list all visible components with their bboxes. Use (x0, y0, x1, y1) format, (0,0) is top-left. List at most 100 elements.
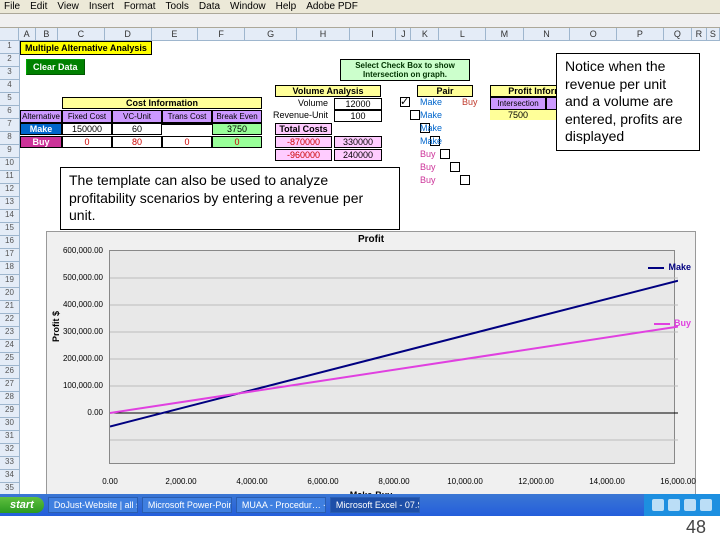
tray-icon[interactable] (684, 499, 696, 511)
menu-file[interactable]: File (4, 1, 20, 12)
col-header[interactable]: O (570, 28, 617, 40)
row-header[interactable]: 23 (0, 327, 19, 340)
buy-fixed[interactable]: 0 (62, 136, 112, 148)
row-header[interactable]: 5 (0, 93, 19, 106)
row-header[interactable]: 17 (0, 249, 19, 262)
pair-checkbox[interactable] (440, 149, 450, 159)
col-header[interactable]: D (105, 28, 152, 40)
row-header[interactable]: 18 (0, 262, 19, 275)
col-header[interactable]: J (396, 28, 411, 40)
row-header[interactable]: 33 (0, 457, 19, 470)
menu-window[interactable]: Window (230, 1, 266, 12)
row-header[interactable]: 8 (0, 132, 19, 145)
row-header[interactable]: 1 (0, 41, 19, 54)
make-fixed[interactable]: 150000 (62, 123, 112, 135)
pair-checkbox[interactable] (460, 175, 470, 185)
col-header[interactable]: P (617, 28, 664, 40)
row-header[interactable]: 9 (0, 145, 19, 158)
col-header[interactable]: N (524, 28, 571, 40)
volume-value[interactable]: 12000 (334, 98, 382, 110)
row-header[interactable]: 30 (0, 418, 19, 431)
col-header[interactable]: L (439, 28, 486, 40)
row-header[interactable]: 31 (0, 431, 19, 444)
menu-insert[interactable]: Insert (89, 1, 114, 12)
x-tick: 4,000.00 (229, 477, 275, 486)
row-header[interactable]: 32 (0, 444, 19, 457)
col-header[interactable]: S (707, 28, 720, 40)
clear-data-button[interactable]: Clear Data (26, 59, 85, 75)
col-header[interactable]: B (36, 28, 58, 40)
make-trans[interactable] (162, 123, 212, 125)
row-header[interactable]: 10 (0, 158, 19, 171)
select-all-corner[interactable] (0, 28, 19, 40)
worksheet-grid[interactable]: Multiple Alternative Analysis Clear Data… (20, 41, 720, 511)
profit-chart[interactable]: Profit Profit $ Make-Buy Make Buy 600,0 (46, 231, 696, 505)
menu-data[interactable]: Data (199, 1, 220, 12)
row-header[interactable]: 25 (0, 353, 19, 366)
revenue-value[interactable]: 100 (334, 110, 382, 122)
col-header[interactable]: C (58, 28, 105, 40)
taskbar-item[interactable]: DoJust-Website | all s… (48, 497, 138, 513)
row-header[interactable]: 13 (0, 197, 19, 210)
taskbar-item[interactable]: Microsoft Power-Point -… (142, 497, 232, 513)
menu-format[interactable]: Format (124, 1, 156, 12)
buy-vc[interactable]: 80 (112, 136, 162, 148)
col-header[interactable]: I (350, 28, 397, 40)
pair-label: Buy (420, 175, 436, 185)
col-header[interactable]: E (152, 28, 199, 40)
row-header[interactable]: 26 (0, 366, 19, 379)
menu-view[interactable]: View (57, 1, 79, 12)
start-button[interactable]: start (0, 497, 44, 513)
pair-label: Make (420, 136, 442, 146)
row-header[interactable]: 29 (0, 405, 19, 418)
row-header[interactable]: 20 (0, 288, 19, 301)
col-header[interactable]: R (692, 28, 707, 40)
col-header[interactable]: G (245, 28, 297, 40)
col-header[interactable]: A (19, 28, 36, 40)
tray-icon[interactable] (700, 499, 712, 511)
tray-icon[interactable] (668, 499, 680, 511)
row-header[interactable]: 21 (0, 301, 19, 314)
col-header[interactable]: M (486, 28, 523, 40)
row-header[interactable]: 19 (0, 275, 19, 288)
row-header[interactable]: 24 (0, 340, 19, 353)
col-header[interactable]: H (297, 28, 349, 40)
row-header[interactable]: 28 (0, 392, 19, 405)
row-header[interactable]: 11 (0, 171, 19, 184)
tray-icon[interactable] (652, 499, 664, 511)
col-header[interactable]: Q (664, 28, 692, 40)
windows-taskbar[interactable]: start DoJust-Website | all s… Microsoft … (0, 494, 720, 516)
pair-checkbox[interactable] (450, 162, 460, 172)
menu-bar[interactable]: File Edit View Insert Format Tools Data … (0, 0, 720, 14)
pair-checkbox[interactable] (410, 110, 420, 120)
row-header[interactable]: 16 (0, 236, 19, 249)
system-tray[interactable] (644, 494, 720, 516)
row-header[interactable]: 27 (0, 379, 19, 392)
row-header[interactable]: 34 (0, 470, 19, 483)
row-header[interactable]: 15 (0, 223, 19, 236)
menu-tools[interactable]: Tools (166, 1, 189, 12)
col-header[interactable]: K (411, 28, 439, 40)
formula-bar[interactable] (0, 14, 720, 28)
row-header[interactable]: 6 (0, 106, 19, 119)
make-vc[interactable]: 60 (112, 123, 162, 135)
row-header[interactable]: 14 (0, 210, 19, 223)
taskbar-item[interactable]: MUAA - Procedur… - Micr… (236, 497, 326, 513)
pair-label: Buy (420, 149, 436, 159)
row-header[interactable]: 12 (0, 184, 19, 197)
menu-edit[interactable]: Edit (30, 1, 47, 12)
row-header[interactable]: 22 (0, 314, 19, 327)
slide-number: 48 (686, 517, 706, 538)
row-header[interactable]: 3 (0, 67, 19, 80)
buy-trans[interactable]: 0 (162, 136, 212, 148)
x-tick: 6,000.00 (300, 477, 346, 486)
volume-label: Volume (272, 98, 332, 108)
col-header[interactable]: F (198, 28, 245, 40)
row-header[interactable]: 4 (0, 80, 19, 93)
row-header[interactable]: 7 (0, 119, 19, 132)
menu-adobe-pdf[interactable]: Adobe PDF (306, 1, 358, 12)
pair-checkbox[interactable] (400, 97, 410, 107)
menu-help[interactable]: Help (276, 1, 297, 12)
taskbar-item-active[interactable]: Microsoft Excel - 07.S… (330, 497, 420, 513)
row-header[interactable]: 2 (0, 54, 19, 67)
